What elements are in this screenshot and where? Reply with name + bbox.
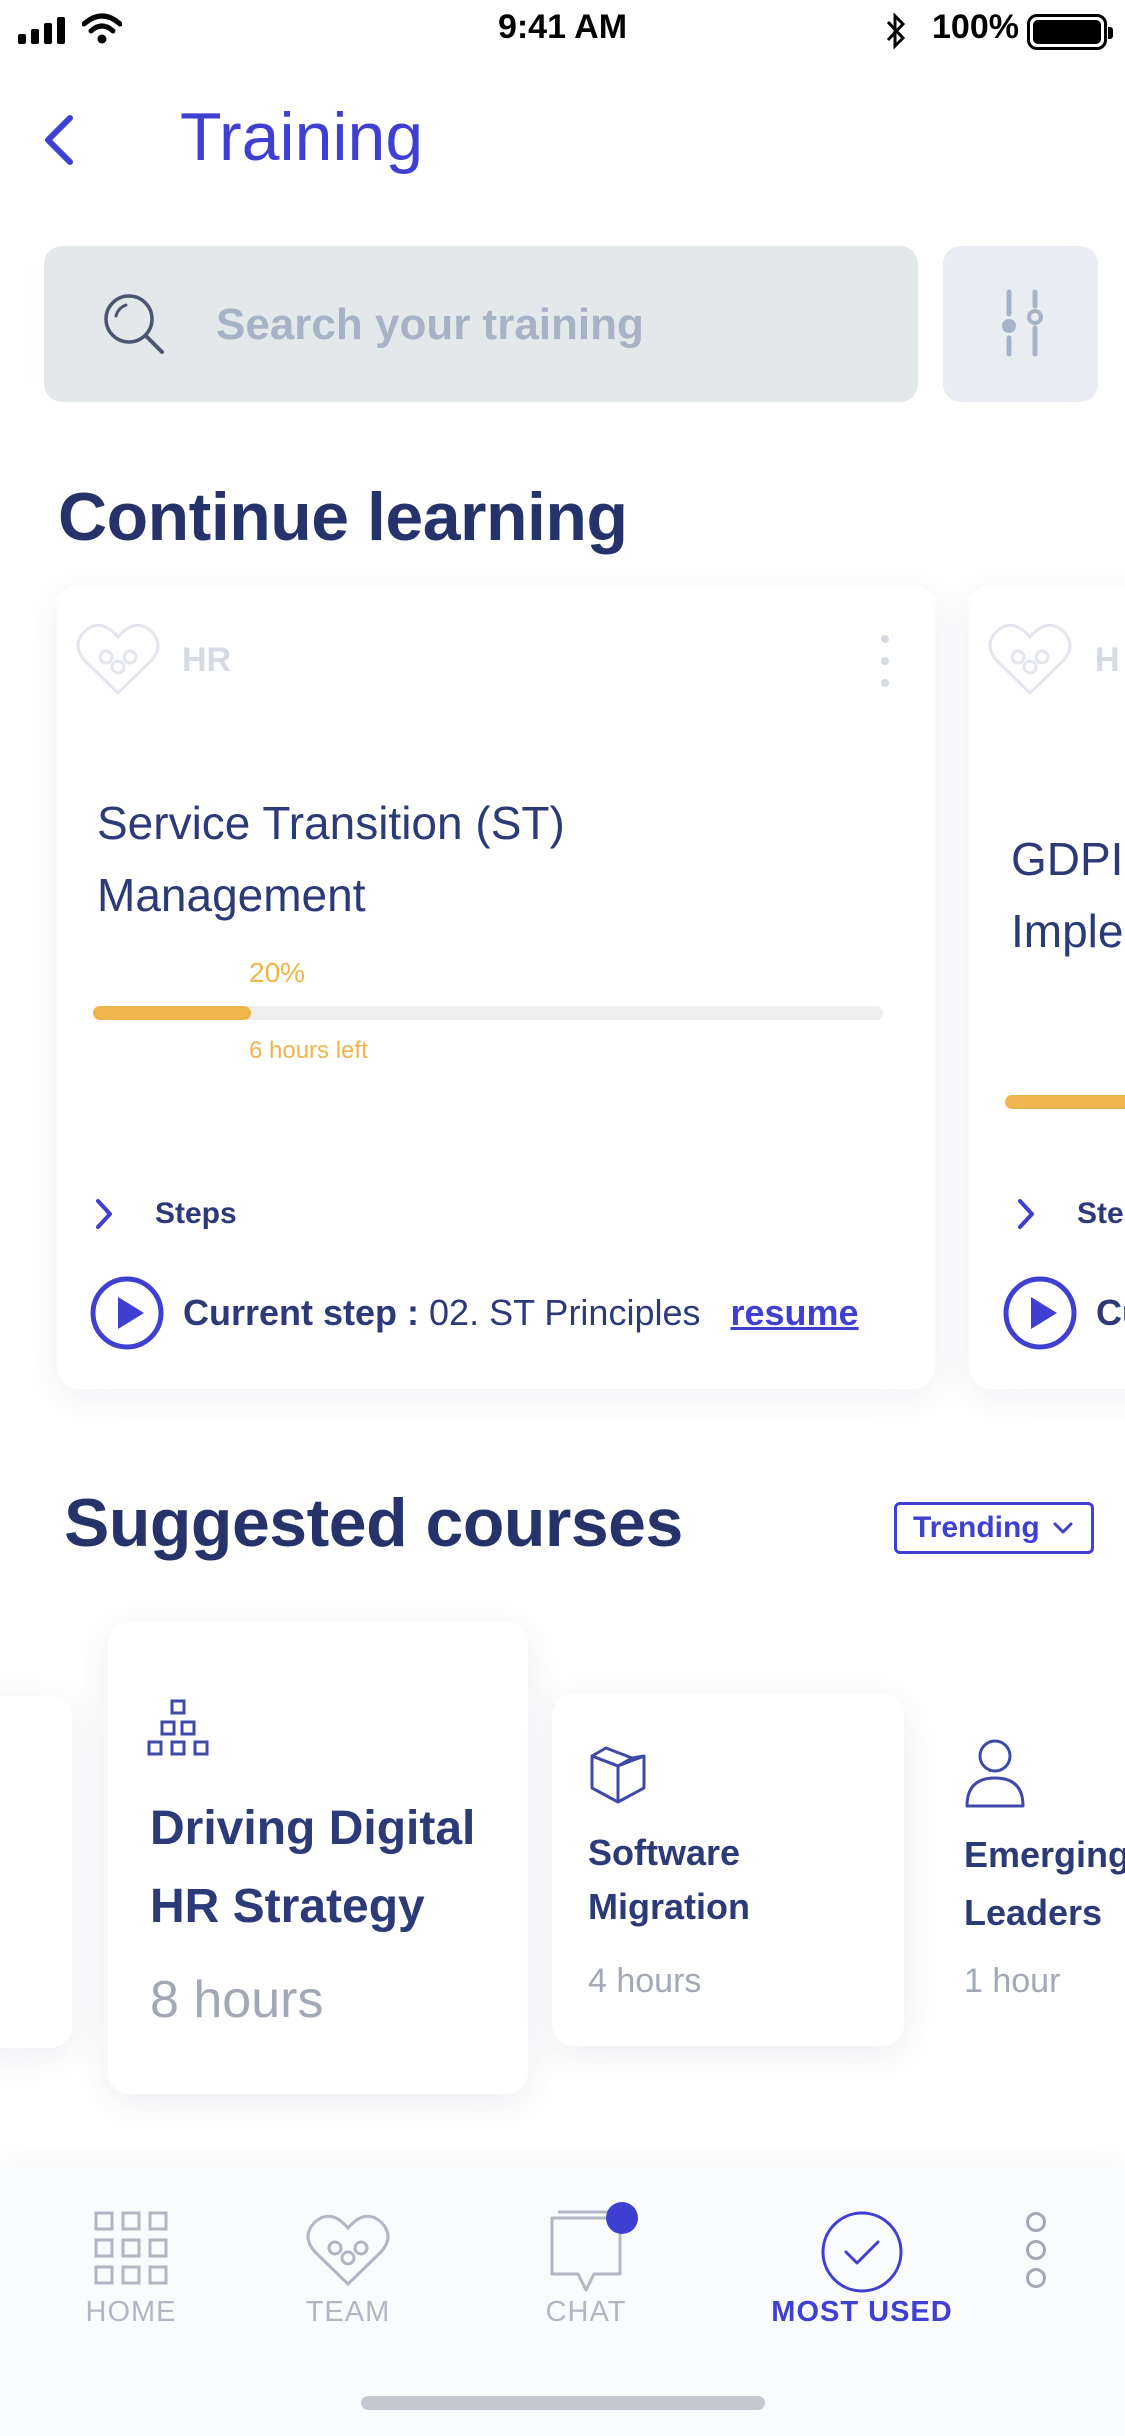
nav-team[interactable]: TEAM	[248, 2166, 448, 2356]
filter-button[interactable]	[943, 246, 1098, 402]
course-card[interactable]: HR Service Transition (ST) Management 20…	[57, 585, 935, 1389]
battery-percent: 100%	[932, 8, 1019, 46]
progress-percent: 20%	[249, 957, 306, 988]
suggested-card[interactable]: Driving Digital HR Strategy 8 hours	[108, 1622, 528, 2094]
back-button[interactable]	[40, 110, 84, 170]
trending-label: Trending	[913, 1511, 1040, 1544]
time-left: 6 hours left	[249, 1037, 368, 1064]
more-vertical-icon	[881, 635, 889, 643]
search-bar[interactable]	[44, 246, 918, 402]
box-icon	[590, 1746, 646, 1804]
current-step-value: 02. ST Principles	[429, 1292, 701, 1333]
search-icon	[104, 294, 164, 354]
nav-most-used[interactable]: MOST USED	[762, 2166, 962, 2356]
suggested-card-title: Emerging Leaders	[964, 1834, 1125, 1933]
current-step-row: Cu	[1002, 1275, 1125, 1351]
suggested-card[interactable]: Software Migration 4 hours	[552, 1694, 904, 2046]
hierarchy-icon	[147, 1699, 209, 1756]
nav-chat[interactable]: CHAT	[486, 2166, 686, 2356]
nav-home[interactable]: HOME	[31, 2166, 231, 2356]
team-heart-icon	[76, 623, 160, 696]
suggested-card-partial[interactable]	[0, 1696, 72, 2048]
team-heart-icon	[306, 2214, 390, 2287]
steps-label: Ste	[1077, 1197, 1124, 1230]
suggested-card-duration: 8 hours	[150, 1971, 324, 2029]
chevron-down-icon	[1053, 1522, 1073, 1534]
home-indicator	[361, 2396, 765, 2410]
current-step-separator: :	[407, 1292, 420, 1333]
progress-bar	[93, 1006, 883, 1020]
progress-bar	[1005, 1095, 1125, 1109]
team-heart-icon	[988, 623, 1072, 696]
suggested-courses-heading: Suggested courses	[64, 1485, 683, 1561]
current-step-label: Cu	[1096, 1292, 1125, 1333]
bluetooth-icon	[886, 12, 906, 50]
nav-chat-label: CHAT	[545, 2296, 627, 2328]
page-title: Training	[180, 99, 424, 175]
progress-fill	[93, 1006, 251, 1020]
play-circle-icon[interactable]	[1002, 1275, 1078, 1351]
card-category: H	[1095, 641, 1120, 679]
course-card-partial[interactable]: H GDPI Imple Ste Cu	[969, 585, 1125, 1389]
resume-link[interactable]: resume	[731, 1292, 859, 1334]
nav-home-label: HOME	[85, 2296, 177, 2328]
continue-learning-heading: Continue learning	[58, 479, 628, 555]
trending-dropdown[interactable]: Trending	[894, 1502, 1094, 1554]
current-step-row: Current step : 02. ST Principles resume	[89, 1275, 859, 1351]
check-circle-icon	[821, 2211, 903, 2293]
course-title: GDPI Imple	[1011, 833, 1124, 957]
steps-toggle[interactable]: Ste	[1015, 1191, 1124, 1237]
steps-toggle[interactable]: Steps	[93, 1191, 237, 1237]
card-category: HR	[182, 641, 232, 679]
steps-label: Steps	[155, 1197, 237, 1230]
chevron-left-icon	[45, 115, 73, 165]
status-bar: 9:41 AM 100%	[0, 0, 1125, 60]
suggested-card-duration: 4 hours	[588, 1962, 702, 2000]
suggested-card-title: Software Migration	[588, 1832, 750, 1927]
chevron-right-icon	[1018, 1199, 1034, 1229]
nav-team-label: TEAM	[305, 2296, 391, 2328]
nav-most-used-label: MOST USED	[771, 2296, 953, 2328]
chat-notification-badge	[606, 2202, 638, 2234]
course-title: Service Transition (ST) Management	[97, 797, 565, 921]
training-screen: 9:41 AM 100% Training Continue l	[0, 0, 1125, 2436]
battery-icon	[1027, 14, 1113, 50]
grid-icon	[94, 2211, 168, 2285]
more-vertical-icon[interactable]	[1022, 2212, 1050, 2296]
suggested-card[interactable]: Emerging Leaders 1 hour	[928, 1694, 1125, 2046]
current-step-label: Current step	[183, 1292, 398, 1333]
suggested-card-duration: 1 hour	[964, 1962, 1061, 2000]
sliders-icon	[1002, 289, 1043, 357]
person-icon	[965, 1739, 1025, 1808]
card-menu-button[interactable]	[877, 635, 893, 701]
progress-fill	[1005, 1095, 1125, 1109]
play-circle-icon[interactable]	[89, 1275, 165, 1351]
search-input[interactable]	[216, 286, 876, 364]
chevron-right-icon	[96, 1199, 112, 1229]
suggested-card-title: Driving Digital HR Strategy	[150, 1802, 476, 1933]
